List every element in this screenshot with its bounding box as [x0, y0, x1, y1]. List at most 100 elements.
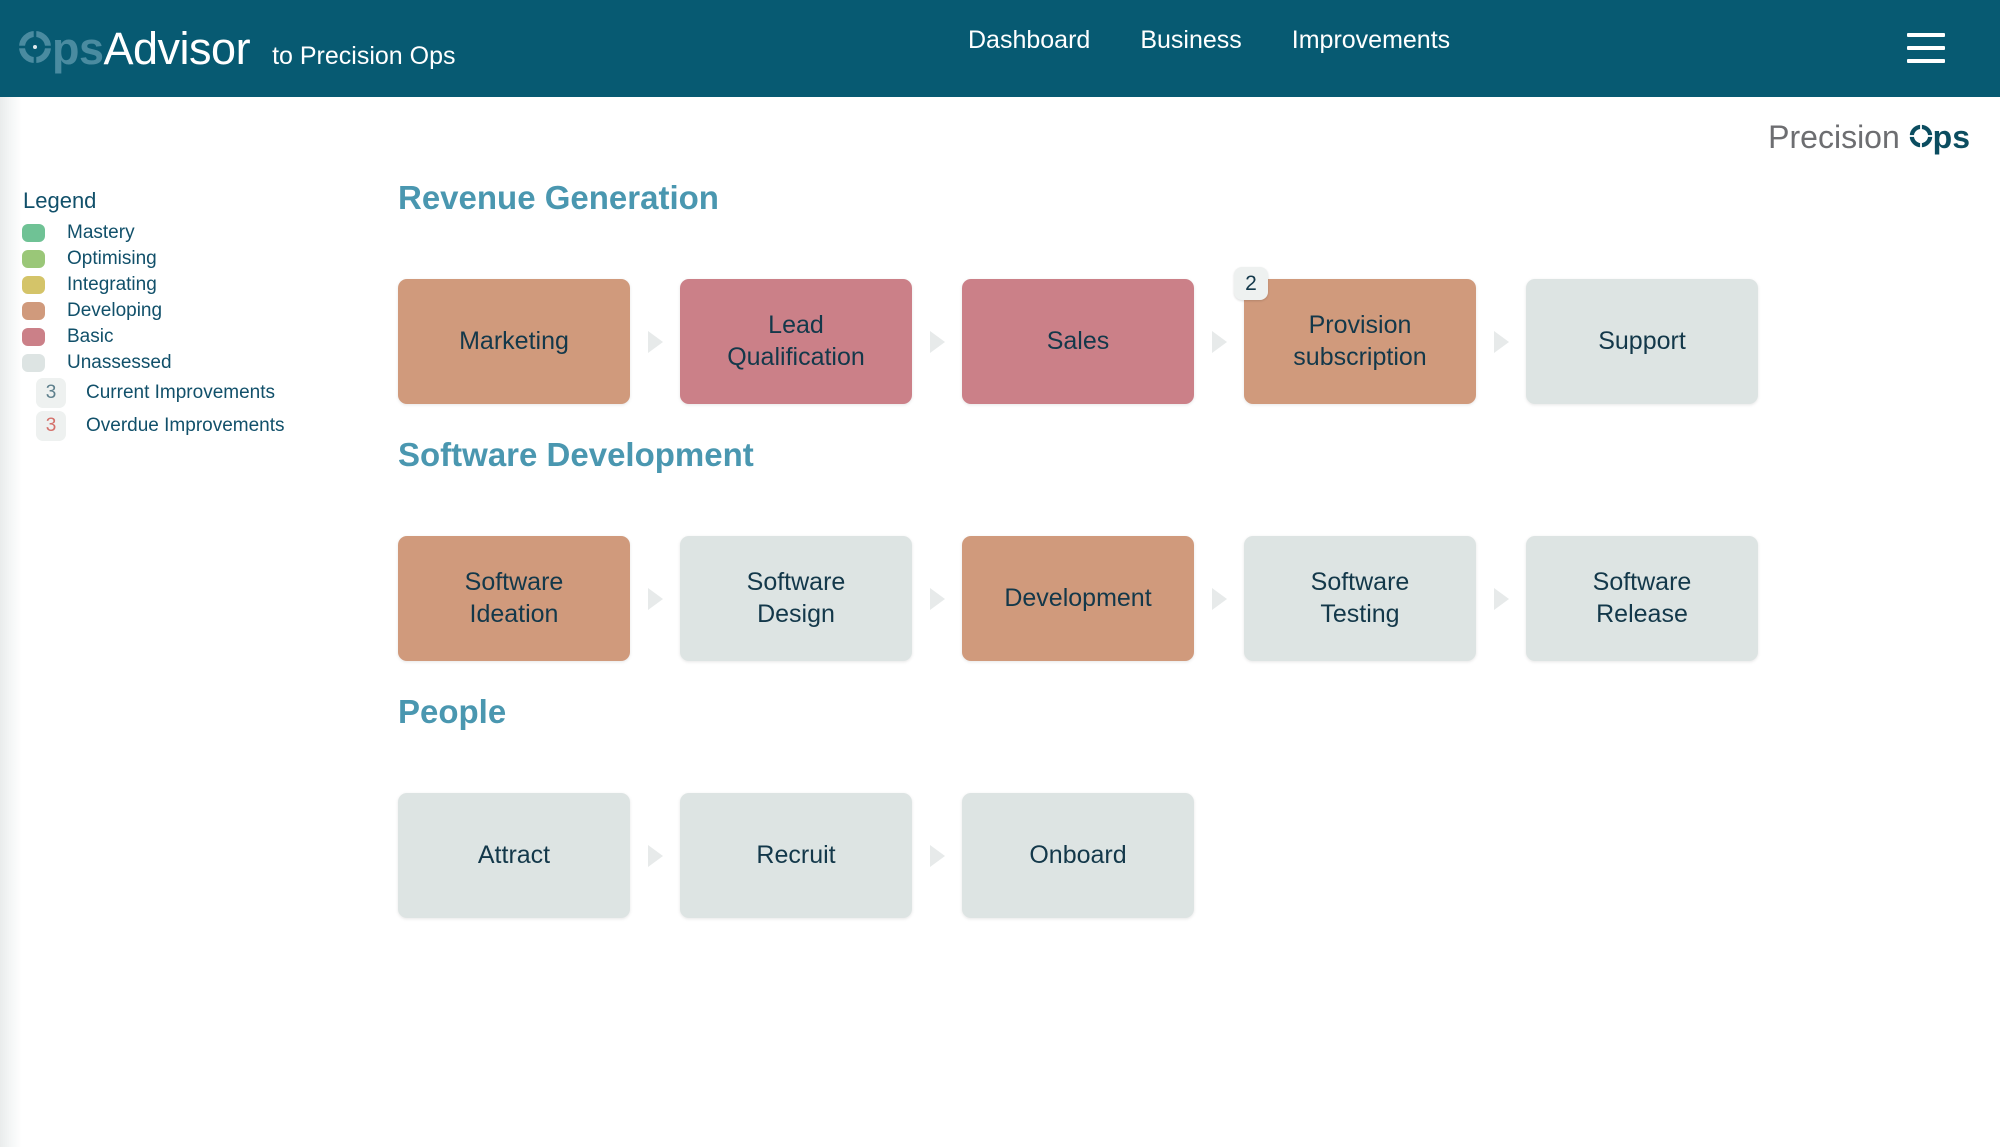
process-stage-card[interactable]: Development: [962, 536, 1194, 661]
legend-item-developing[interactable]: Developing: [22, 298, 292, 324]
section-title: Revenue Generation: [398, 179, 719, 216]
legend-count-badge: 3: [36, 377, 66, 408]
legend-item-basic[interactable]: Basic: [22, 324, 292, 350]
arrow-triangle: [1211, 330, 1227, 353]
stage-label: Software Release: [1592, 568, 1692, 628]
legend-item-integrating[interactable]: Integrating: [22, 272, 292, 298]
legend-item-label: Unassessed: [67, 352, 172, 373]
arrow-right-icon: [1194, 587, 1244, 610]
process-stage-card[interactable]: Software Release: [1526, 536, 1758, 661]
arrow-triangle: [929, 844, 945, 867]
legend-count-label: Overdue Improvements: [86, 414, 285, 436]
stage-label: Software Ideation: [464, 568, 564, 628]
legend-item-optimising[interactable]: Optimising: [22, 246, 292, 272]
organisation-strong-letters: ps: [1932, 119, 1970, 155]
arrow-triangle: [647, 587, 663, 610]
arrow-triangle: [1493, 330, 1509, 353]
stage-row: Software Ideation Software Design Developm…: [398, 536, 1758, 661]
stage-label: Lead Qualification: [727, 311, 865, 371]
arrow-right-icon: [630, 587, 680, 610]
process-stage-card[interactable]: Software Design: [680, 536, 912, 661]
legend-title: Legend: [23, 188, 97, 213]
top-navigation-bar: ps Advisor to Precision Ops Dashboard Bu…: [0, 0, 2000, 97]
left-edge-shadow: [0, 97, 22, 1147]
stage-improvement-badge[interactable]: 2: [1234, 267, 1268, 300]
legend-item-label: Developing: [67, 300, 163, 321]
process-stage-card[interactable]: Recruit: [680, 793, 912, 918]
logo-ops-letters: ps: [52, 22, 104, 74]
process-stage-card[interactable]: Lead Qualification: [680, 279, 912, 404]
arrow-right-icon: [912, 587, 962, 610]
process-stage-card[interactable]: Attract: [398, 793, 630, 918]
legend-item-mastery[interactable]: Mastery: [22, 220, 292, 246]
legend-item-label: Mastery: [67, 222, 135, 243]
legend-swatch-icon: [22, 276, 45, 294]
process-stage-card[interactable]: Onboard: [962, 793, 1194, 918]
legend-swatch-icon: [22, 250, 45, 268]
process-section: Revenue Generation Marketing Lead Qualific…: [398, 179, 1758, 404]
crosshair-target-icon-small: [1908, 124, 1933, 148]
legend-swatch-icon: [22, 302, 45, 320]
process-section: Software Development Software Ideation Sof…: [398, 436, 1758, 661]
logo-subtitle: to Precision Ops: [272, 41, 456, 70]
organisation-title: Precision ps: [1768, 119, 1970, 156]
legend-item-label: Basic: [67, 326, 114, 347]
process-stage-card[interactable]: Support: [1526, 279, 1758, 404]
legend-swatch-icon: [22, 328, 45, 346]
legend-count-badge: 3: [36, 410, 66, 441]
hamburger-menu-icon[interactable]: [1907, 33, 1945, 63]
nav-improvements[interactable]: Improvements: [1292, 26, 1450, 55]
process-stage-card[interactable]: 2 Provision subscription: [1234, 267, 1476, 404]
legend-maturity-list: Mastery Optimising Integrating Developing Ba…: [22, 220, 292, 376]
process-stage-card[interactable]: Sales: [962, 279, 1194, 404]
process-sections: Revenue Generation Marketing Lead Qualific…: [398, 179, 1758, 950]
legend-count-overdue[interactable]: 3 Overdue Improvements: [22, 409, 292, 442]
hamburger-bar: [1907, 46, 1945, 50]
legend-swatch-icon: [22, 354, 45, 372]
hamburger-bar: [1907, 59, 1945, 63]
stage-label: Recruit: [756, 840, 836, 869]
arrow-triangle: [929, 330, 945, 353]
stage-row: Marketing Lead Qualification Sales 2 Provisi…: [398, 267, 1758, 404]
primary-nav: Dashboard Business Improvements: [968, 26, 1450, 55]
section-title: Software Development: [398, 436, 754, 473]
arrow-right-icon: [912, 330, 962, 353]
stage-label: Marketing: [459, 326, 569, 355]
legend-item-label: Optimising: [67, 248, 157, 269]
arrow-triangle: [1211, 587, 1227, 610]
organisation-name-strong: ps: [1908, 119, 1970, 156]
stage-label: Sales: [1046, 326, 1110, 355]
stage-label: Development: [1004, 583, 1152, 612]
crosshair-target-icon: [18, 29, 52, 64]
section-title: People: [398, 693, 507, 730]
stage-row: Attract Recruit Onboard: [398, 793, 1758, 918]
stage-label: Provision subscription: [1293, 311, 1427, 371]
nav-business[interactable]: Business: [1140, 26, 1241, 55]
arrow-right-icon: [912, 844, 962, 867]
logo-advisor-text: Advisor: [103, 22, 251, 74]
process-stage-card[interactable]: Marketing: [398, 279, 630, 404]
arrow-right-icon: [630, 844, 680, 867]
stage-label: Software Testing: [1310, 568, 1410, 628]
legend-item-unassessed[interactable]: Unassessed: [22, 350, 292, 376]
nav-dashboard[interactable]: Dashboard: [968, 26, 1090, 55]
legend-swatch-icon: [22, 224, 45, 242]
app-logo[interactable]: ps Advisor to Precision Ops: [18, 23, 456, 75]
logo-ops-text: ps: [18, 23, 104, 75]
legend-counts-list: 3 Current Improvements 3 Overdue Improvemen…: [22, 376, 292, 442]
stage-label: Software Design: [746, 568, 846, 628]
stage-label: Support: [1598, 326, 1686, 355]
organisation-name-prefix: Precision: [1768, 119, 1900, 155]
legend-panel: Legend Mastery Optimising Integrating Devel…: [22, 188, 292, 442]
arrow-triangle: [647, 844, 663, 867]
page-body: Precision ps Legend Mastery Optimising Int…: [0, 97, 2000, 1147]
arrow-triangle: [929, 587, 945, 610]
process-stage-card[interactable]: Software Ideation: [398, 536, 630, 661]
stage-label: Onboard: [1029, 840, 1127, 869]
legend-count-current[interactable]: 3 Current Improvements: [22, 376, 292, 409]
arrow-right-icon: [630, 330, 680, 353]
process-stage-card[interactable]: Software Testing: [1244, 536, 1476, 661]
arrow-triangle: [647, 330, 663, 353]
arrow-right-icon: [1476, 330, 1526, 353]
arrow-right-icon: [1194, 330, 1244, 353]
